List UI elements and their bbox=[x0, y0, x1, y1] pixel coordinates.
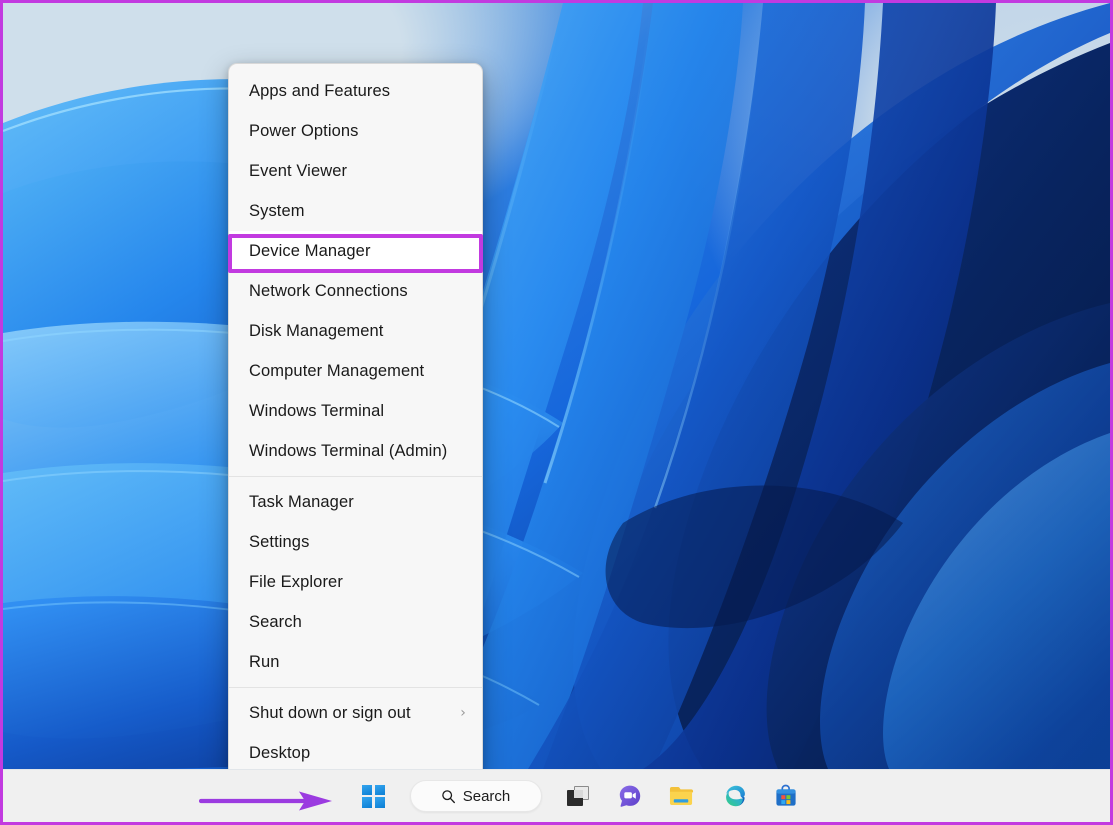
start-button[interactable] bbox=[354, 776, 394, 816]
menu-item-shut-down-or-sign-out[interactable]: Shut down or sign out › bbox=[229, 693, 482, 733]
store-button[interactable] bbox=[766, 776, 806, 816]
menu-item-label: Apps and Features bbox=[249, 82, 391, 100]
menu-item-settings[interactable]: Settings bbox=[229, 522, 482, 562]
windows-logo-icon bbox=[362, 784, 385, 808]
menu-item-task-manager[interactable]: Task Manager bbox=[229, 482, 482, 522]
menu-item-label: Network Connections bbox=[249, 282, 408, 300]
menu-item-windows-terminal-admin[interactable]: Windows Terminal (Admin) bbox=[229, 431, 482, 471]
chat-icon bbox=[619, 785, 640, 807]
menu-item-label: Power Options bbox=[249, 122, 359, 140]
menu-item-label: Device Manager bbox=[249, 242, 371, 260]
menu-item-power-options[interactable]: Power Options bbox=[229, 111, 482, 151]
menu-item-label: Computer Management bbox=[249, 362, 425, 380]
menu-item-label: Search bbox=[249, 613, 302, 631]
menu-item-disk-management[interactable]: Disk Management bbox=[229, 311, 482, 351]
microsoft-store-icon bbox=[775, 784, 796, 806]
menu-item-device-manager[interactable]: Device Manager bbox=[229, 231, 482, 271]
menu-separator bbox=[229, 476, 482, 477]
search-label: Search bbox=[462, 787, 511, 805]
edge-button[interactable] bbox=[714, 776, 754, 816]
file-explorer-icon bbox=[669, 786, 694, 806]
menu-item-label: File Explorer bbox=[249, 573, 343, 591]
menu-group-system: Apps and Features Power Options Event Vi… bbox=[229, 71, 482, 471]
menu-item-file-explorer[interactable]: File Explorer bbox=[229, 562, 482, 602]
menu-item-label: Task Manager bbox=[249, 493, 354, 511]
menu-item-network-connections[interactable]: Network Connections bbox=[229, 271, 482, 311]
search-button[interactable]: Search bbox=[409, 780, 542, 812]
menu-group-session: Shut down or sign out › Desktop bbox=[229, 693, 482, 773]
menu-item-label: Windows Terminal bbox=[249, 402, 385, 420]
menu-item-search[interactable]: Search bbox=[229, 602, 482, 642]
taskbar-center-group: Search bbox=[354, 776, 806, 816]
menu-item-label: Settings bbox=[249, 533, 310, 551]
menu-item-desktop[interactable]: Desktop bbox=[229, 733, 482, 773]
menu-item-label: Disk Management bbox=[249, 322, 384, 340]
menu-item-label: Event Viewer bbox=[249, 162, 348, 180]
menu-item-label: Desktop bbox=[249, 744, 311, 762]
chat-button[interactable] bbox=[610, 776, 650, 816]
wallpaper-artwork bbox=[3, 3, 1110, 769]
desktop-wallpaper[interactable] bbox=[3, 3, 1110, 769]
task-view-icon bbox=[566, 786, 589, 806]
menu-item-apps-and-features[interactable]: Apps and Features bbox=[229, 71, 482, 111]
menu-item-label: Run bbox=[249, 653, 280, 671]
winx-quick-link-menu[interactable]: Apps and Features Power Options Event Vi… bbox=[228, 63, 483, 781]
screen: Apps and Features Power Options Event Vi… bbox=[0, 0, 1113, 825]
taskbar[interactable]: Search bbox=[3, 769, 1110, 822]
search-icon bbox=[441, 789, 455, 803]
menu-item-label: System bbox=[249, 202, 305, 220]
menu-item-run[interactable]: Run bbox=[229, 642, 482, 682]
microsoft-edge-icon bbox=[725, 785, 745, 807]
task-view-button[interactable] bbox=[558, 776, 598, 816]
menu-item-label: Windows Terminal (Admin) bbox=[249, 442, 448, 460]
menu-item-computer-management[interactable]: Computer Management bbox=[229, 351, 482, 391]
menu-separator bbox=[229, 687, 482, 688]
menu-item-system[interactable]: System bbox=[229, 191, 482, 231]
chevron-right-icon: › bbox=[460, 705, 466, 721]
menu-item-label: Shut down or sign out bbox=[249, 704, 411, 722]
menu-item-event-viewer[interactable]: Event Viewer bbox=[229, 151, 482, 191]
file-explorer-button[interactable] bbox=[662, 776, 702, 816]
menu-item-windows-terminal[interactable]: Windows Terminal bbox=[229, 391, 482, 431]
menu-group-tools: Task Manager Settings File Explorer Sear… bbox=[229, 482, 482, 682]
